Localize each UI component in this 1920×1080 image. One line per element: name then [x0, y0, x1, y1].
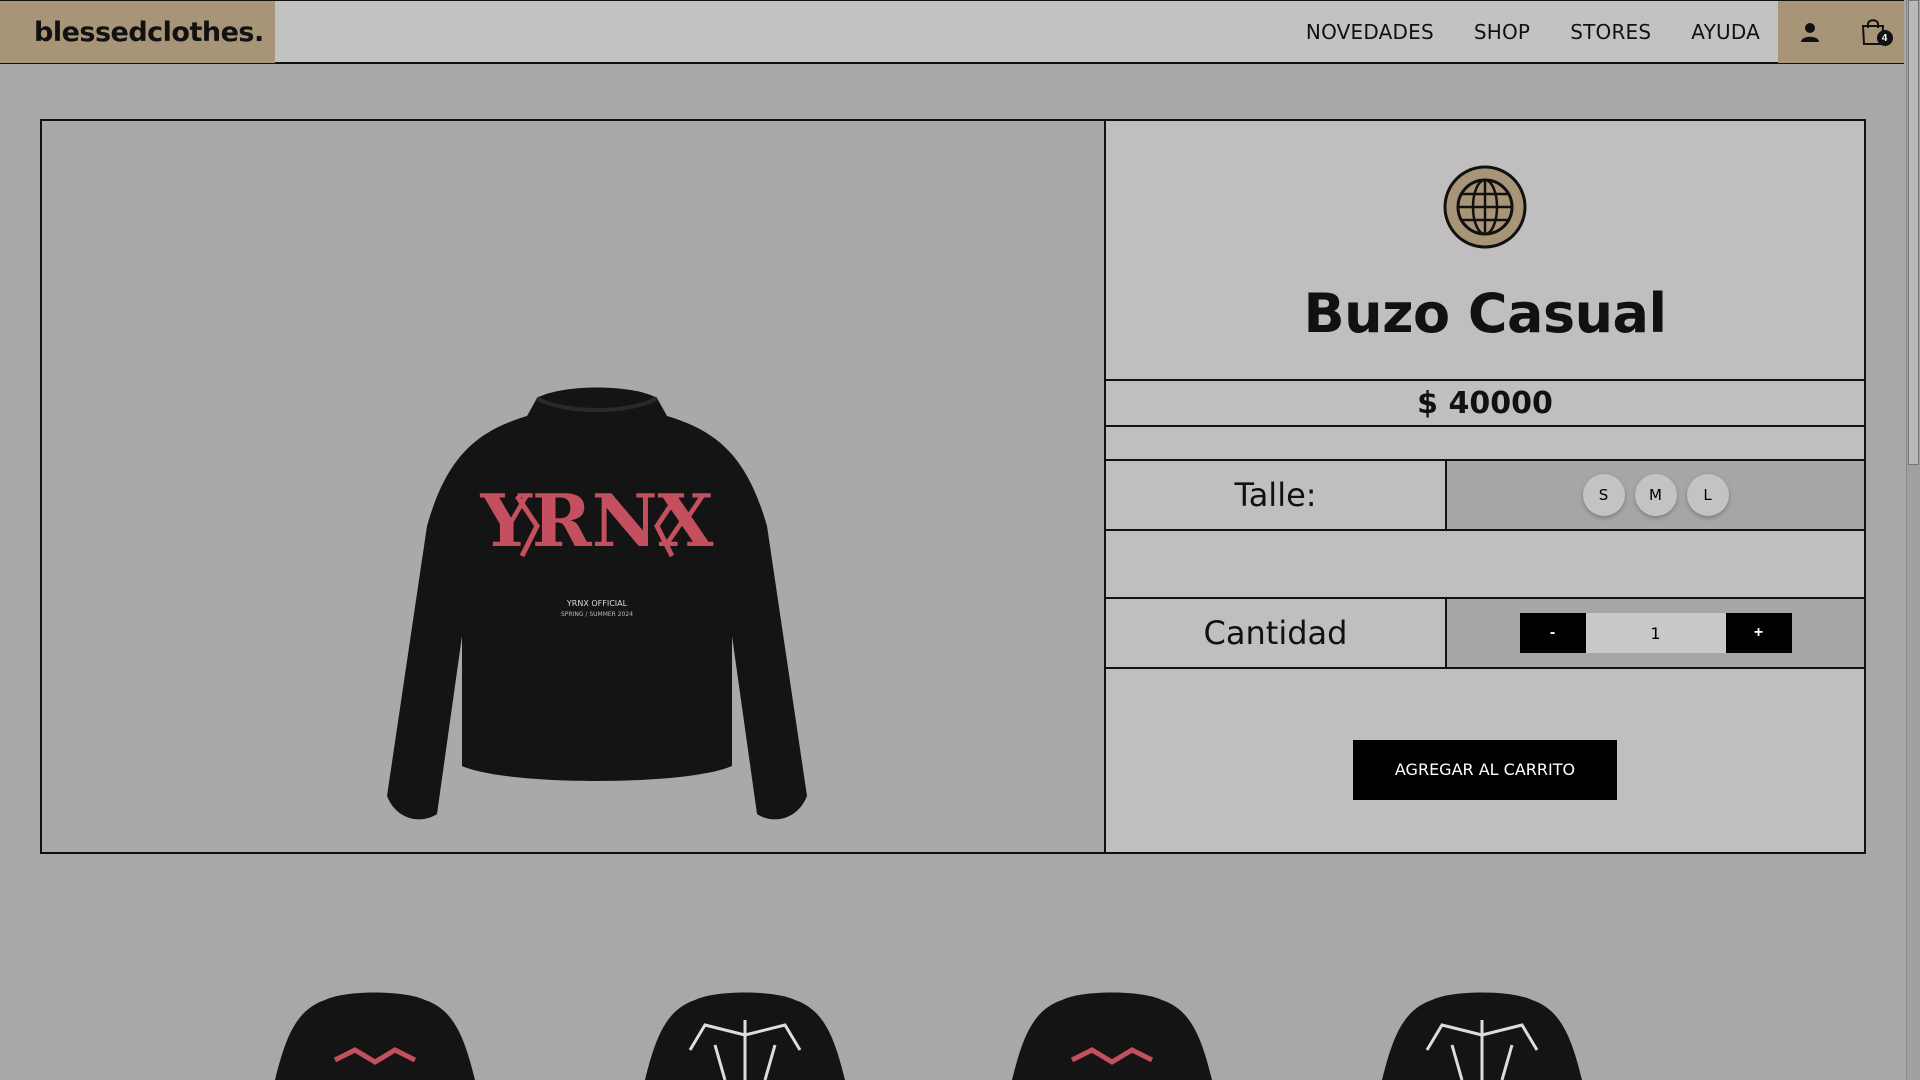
- size-options: S M L: [1447, 461, 1864, 529]
- quantity-row: Cantidad - +: [1106, 599, 1864, 669]
- related-products: [0, 990, 1904, 1080]
- globe-icon: [1443, 165, 1527, 254]
- cart-count-badge: 4: [1876, 30, 1893, 46]
- brand-logo[interactable]: blessedclothes.: [0, 1, 275, 63]
- size-button-s[interactable]: S: [1582, 474, 1625, 516]
- print-logo-text: YRNX: [480, 478, 714, 563]
- header-icons: 4: [1778, 1, 1904, 63]
- quantity-label: Cantidad: [1106, 599, 1447, 667]
- size-button-m[interactable]: M: [1634, 474, 1677, 516]
- nav-shop[interactable]: SHOP: [1474, 20, 1530, 44]
- size-button-l[interactable]: L: [1686, 474, 1729, 516]
- product-price: $ 40000: [1106, 381, 1864, 427]
- divider: [1106, 427, 1864, 461]
- nav-ayuda[interactable]: AYUDA: [1691, 20, 1760, 44]
- related-product-thumb[interactable]: [1012, 990, 1212, 1080]
- product-image-panel: YRNX YRNX OFFICIAL SPRING / SUMMER 2024: [42, 121, 1106, 852]
- page-scrollbar[interactable]: [1906, 0, 1920, 1080]
- product-info: Buzo Casual $ 40000 Talle: S M L Cantida…: [1106, 121, 1864, 852]
- title-block: Buzo Casual: [1106, 121, 1864, 381]
- related-product-thumb[interactable]: [275, 990, 475, 1080]
- scrollbar-thumb[interactable]: [1908, 0, 1919, 465]
- quantity-input[interactable]: [1585, 613, 1726, 653]
- nav-stores[interactable]: STORES: [1570, 20, 1651, 44]
- site-header: blessedclothes. NOVEDADES SHOP STORES AY…: [0, 0, 1904, 64]
- size-row: Talle: S M L: [1106, 461, 1864, 531]
- print-caption: YRNX OFFICIAL: [566, 599, 628, 608]
- add-to-cart-button[interactable]: AGREGAR AL CARRITO: [1353, 739, 1617, 800]
- print-subcaption: SPRING / SUMMER 2024: [561, 611, 633, 618]
- increment-button[interactable]: +: [1725, 613, 1792, 653]
- divider: [1106, 531, 1864, 599]
- decrement-button[interactable]: -: [1519, 613, 1586, 653]
- add-to-cart-area: AGREGAR AL CARRITO: [1106, 669, 1864, 852]
- quantity-control: - +: [1447, 599, 1864, 667]
- user-icon[interactable]: [1792, 14, 1828, 50]
- product-title: Buzo Casual: [1303, 282, 1667, 345]
- size-label: Talle:: [1106, 461, 1447, 529]
- related-product-thumb[interactable]: [645, 990, 845, 1080]
- nav-novedades[interactable]: NOVEDADES: [1306, 20, 1434, 44]
- related-product-thumb[interactable]: [1382, 990, 1582, 1080]
- product-image[interactable]: YRNX YRNX OFFICIAL SPRING / SUMMER 2024: [387, 376, 807, 826]
- product-detail: YRNX YRNX OFFICIAL SPRING / SUMMER 2024 …: [40, 119, 1866, 854]
- shopping-bag-icon[interactable]: 4: [1855, 14, 1893, 50]
- main-nav: NOVEDADES SHOP STORES AYUDA: [1266, 1, 1760, 63]
